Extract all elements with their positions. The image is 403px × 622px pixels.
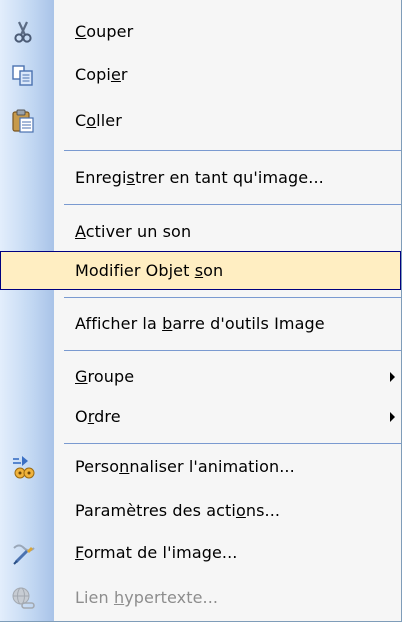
- menu-separator: [64, 150, 401, 151]
- custom-animation-icon: [10, 454, 36, 480]
- menu-separator: [64, 204, 401, 205]
- menu-item-paste[interactable]: Coller: [0, 101, 401, 140]
- menu-item-play-sound[interactable]: Activer un son: [0, 212, 401, 251]
- format-picture-icon: [10, 540, 36, 566]
- menu-separator: [64, 350, 401, 351]
- menu-item-show-picture-toolbar[interactable]: Afficher la barre d'outils Image: [0, 304, 401, 343]
- context-menu: Couper Copier Coller Enregistrer en tant…: [0, 0, 402, 622]
- scissors-icon: [10, 19, 36, 45]
- menu-item-action-settings[interactable]: Paramètres des actions...: [0, 491, 401, 530]
- submenu-arrow-icon: [390, 372, 395, 382]
- menu-item-format-picture[interactable]: Format de l'image...: [0, 533, 401, 572]
- menu-item-group[interactable]: Groupe: [0, 357, 401, 396]
- menu-item-copy[interactable]: Copier: [0, 55, 401, 94]
- menu-item-hyperlink[interactable]: Lien hypertexte...: [0, 578, 401, 617]
- menu-separator: [64, 297, 401, 298]
- menu-item-cut[interactable]: Couper: [0, 12, 401, 51]
- hyperlink-icon: [10, 585, 36, 611]
- copy-icon: [10, 62, 36, 88]
- submenu-arrow-icon: [390, 412, 395, 422]
- paste-icon: [10, 108, 36, 134]
- menu-item-custom-animation[interactable]: Personnaliser l'animation...: [0, 447, 401, 486]
- menu-item-save-as-picture[interactable]: Enregistrer en tant qu'image...: [0, 158, 401, 197]
- menu-separator: [64, 443, 401, 444]
- menu-item-edit-sound-object[interactable]: Modifier Objet son: [0, 251, 401, 290]
- menu-item-order[interactable]: Ordre: [0, 397, 401, 436]
